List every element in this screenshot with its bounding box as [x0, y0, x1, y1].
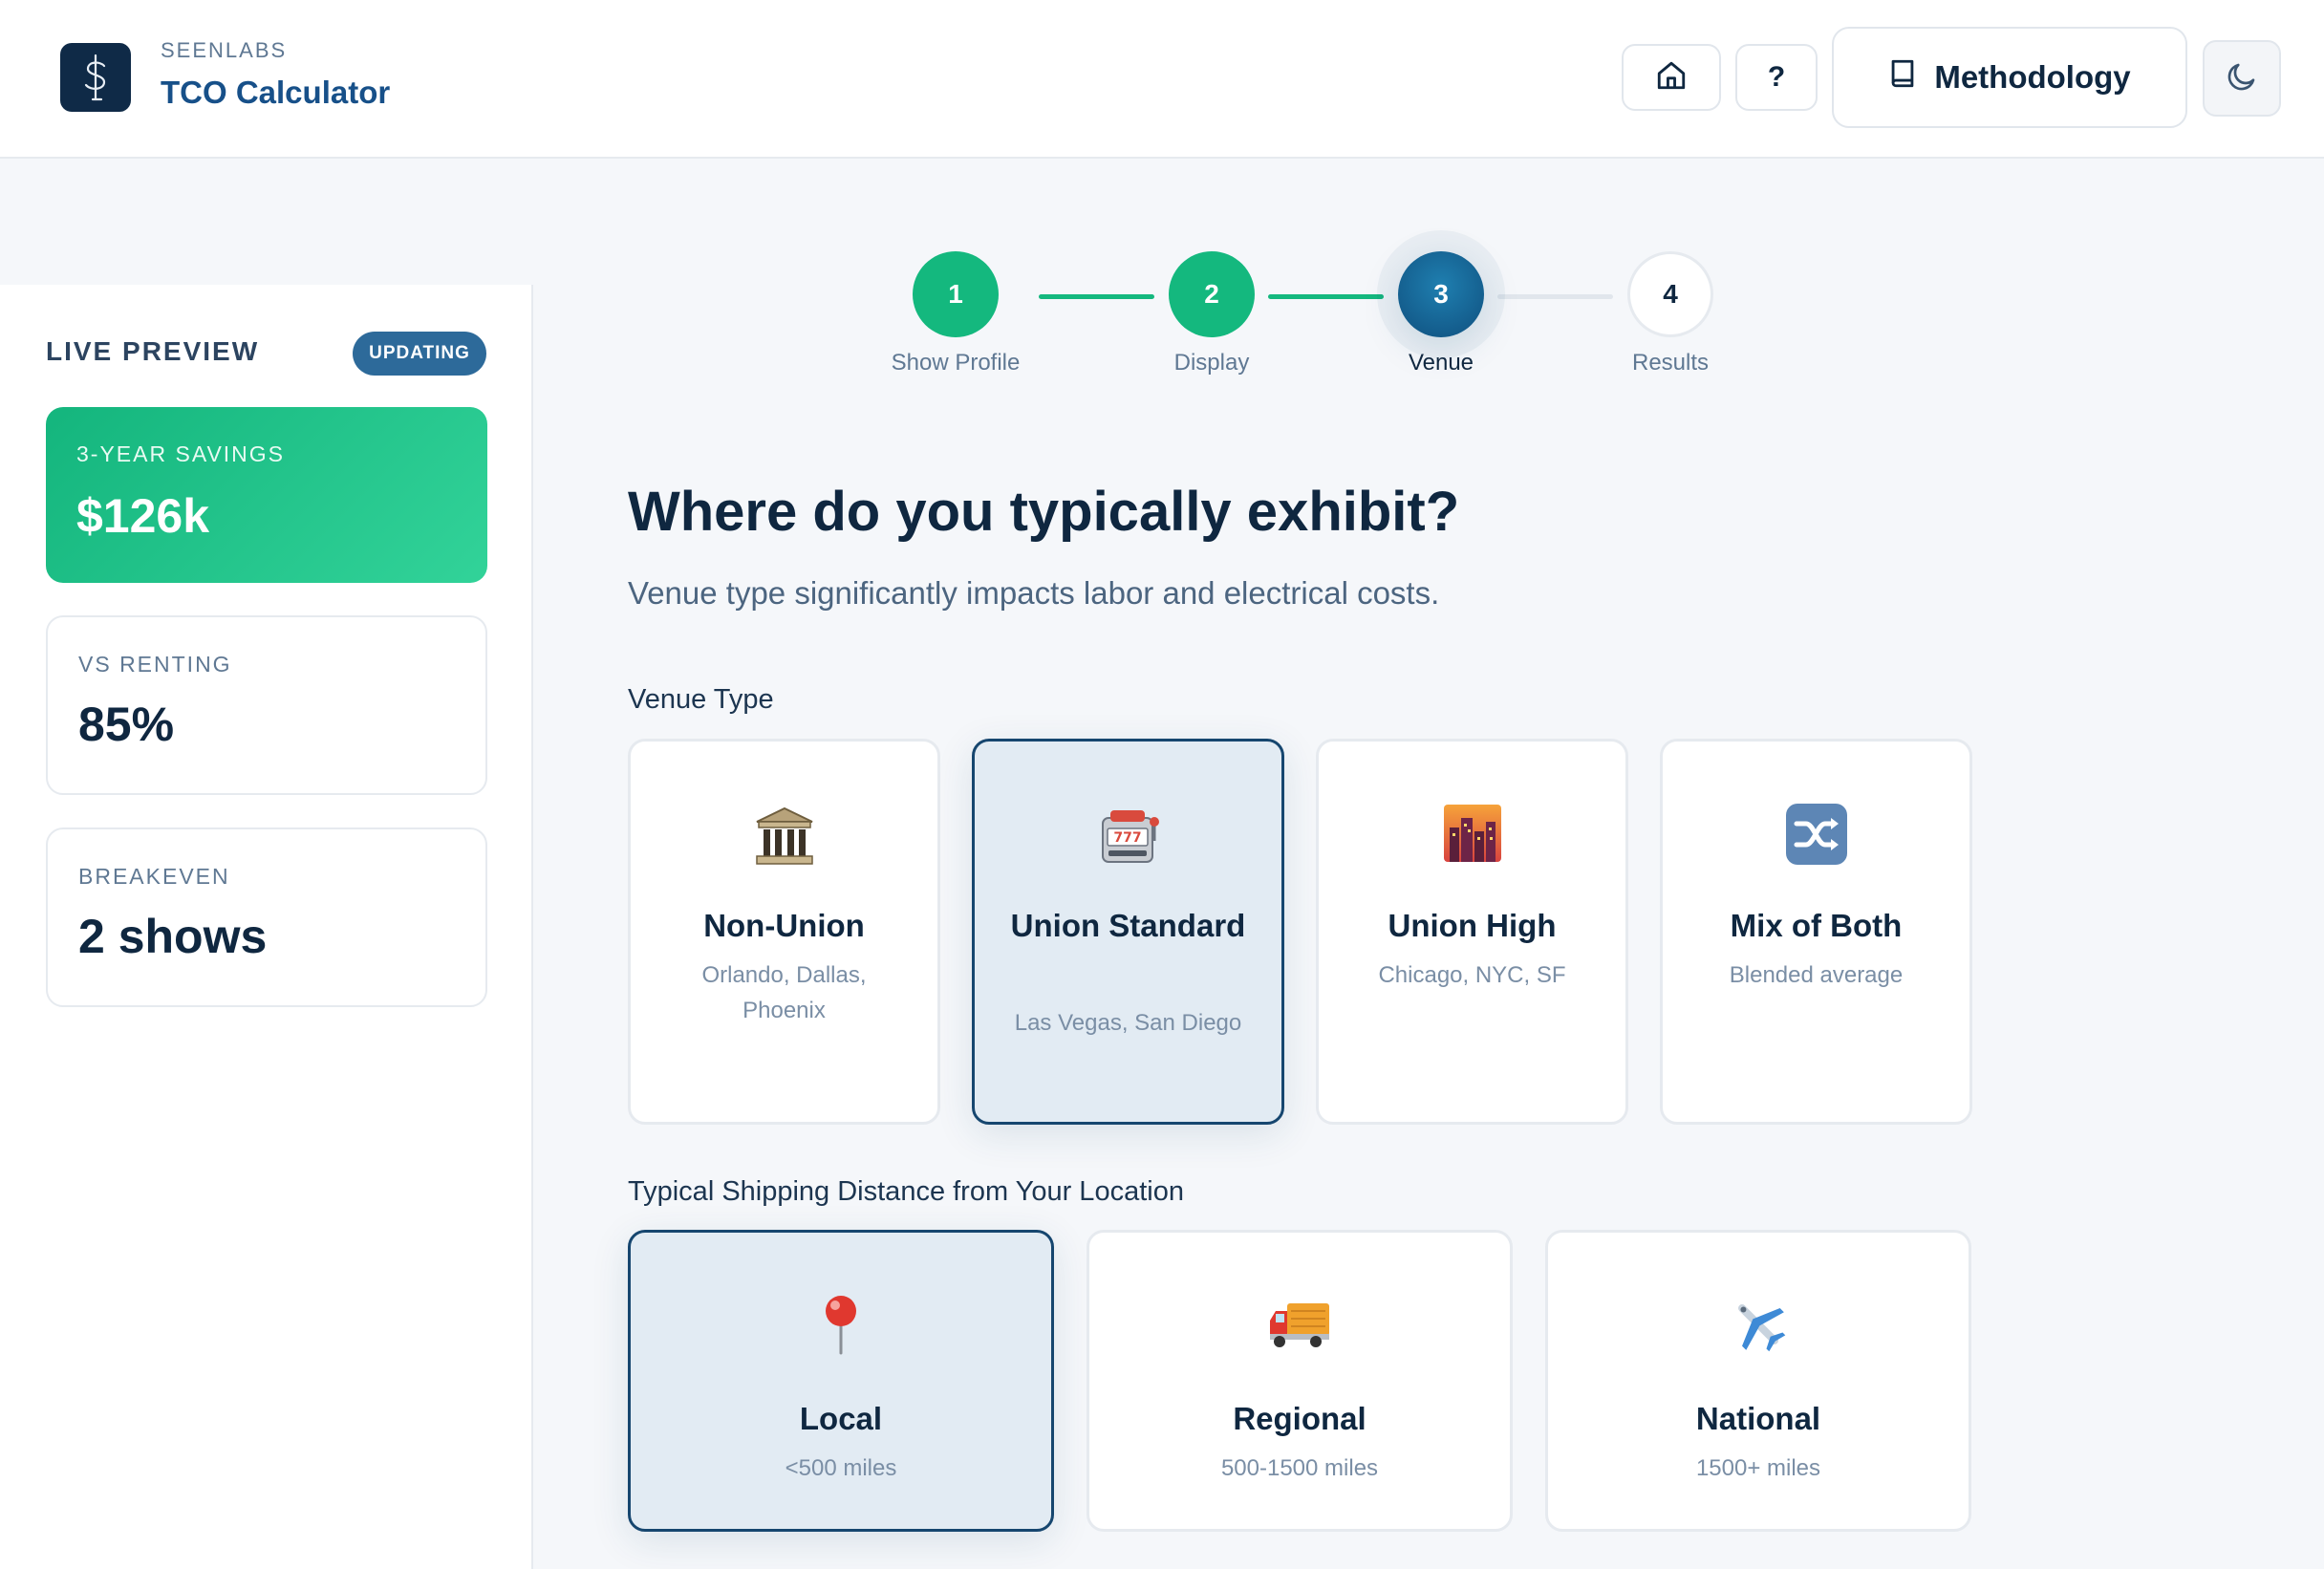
stat-label: 3-YEAR SAVINGS — [76, 441, 286, 466]
option-description: <500 miles — [785, 1455, 897, 1481]
step-connector — [1039, 294, 1154, 299]
option-description: Las Vegas, San Diego — [1014, 1010, 1242, 1036]
step-4-label: Results — [1631, 350, 1710, 376]
status-badge: UPDATING — [353, 332, 486, 376]
step-1-circle[interactable]: 1 — [913, 251, 999, 337]
stat-label: VS RENTING — [78, 652, 232, 677]
venue-type-label: Venue Type — [628, 684, 774, 715]
venue-option-mix[interactable]: Mix of Both Blended average — [1660, 739, 1972, 1125]
step-2-circle[interactable]: 2 — [1169, 251, 1255, 337]
stat-value: 85% — [78, 698, 175, 751]
home-button[interactable] — [1622, 44, 1721, 111]
venue-option-union-high[interactable]: Union High Chicago, NYC, SF — [1316, 739, 1628, 1125]
venue-option-non-union[interactable]: Non-Union Orlando, Dallas, Phoenix — [628, 739, 940, 1125]
step-3-circle[interactable]: 3 — [1398, 251, 1484, 337]
book-icon — [1888, 57, 1917, 97]
shuffle-icon — [1663, 803, 1969, 866]
option-name: Mix of Both — [1730, 908, 1903, 943]
help-button[interactable]: ? — [1735, 44, 1818, 111]
option-description: Chicago, NYC, SF — [1378, 962, 1566, 988]
pushpin-icon — [631, 1292, 1051, 1355]
brand-kicker: SEENLABS — [161, 38, 288, 62]
step-connector — [1497, 294, 1613, 299]
step-connector — [1268, 294, 1384, 299]
option-description: Orlando, Dallas, Phoenix — [701, 962, 867, 1023]
methodology-button[interactable]: Methodology — [1832, 27, 2187, 128]
methodology-label: Methodology — [1934, 59, 2131, 95]
stat-value: 2 shows — [78, 910, 268, 963]
option-name: National — [1695, 1401, 1821, 1436]
step-2-label: Display — [1173, 350, 1250, 376]
breakeven-card: BREAKEVEN 2 shows — [46, 827, 487, 1007]
theme-toggle-button[interactable] — [2203, 40, 2281, 117]
app-title[interactable]: TCO Calculator — [161, 75, 390, 111]
option-name: Non-Union — [703, 908, 865, 943]
classical-building-icon — [631, 803, 937, 870]
page-subtitle: Venue type significantly impacts labor a… — [628, 575, 1440, 611]
svg-text:777: 777 — [1113, 830, 1141, 846]
option-name: Union High — [1388, 908, 1557, 943]
shipping-option-regional[interactable]: Regional 500-1500 miles — [1087, 1230, 1513, 1532]
preview-title: LIVE PREVIEW — [46, 336, 260, 366]
option-name: Local — [799, 1401, 883, 1436]
home-icon — [1655, 59, 1688, 97]
shipping-option-local[interactable]: Local <500 miles — [628, 1230, 1054, 1532]
option-description: Blended average — [1729, 962, 1904, 988]
step-3-label: Venue — [1408, 350, 1474, 376]
slot-machine-icon: 777 — [975, 803, 1281, 870]
dollar-logo-icon — [60, 43, 131, 112]
live-preview-panel: LIVE PREVIEW UPDATING 3-YEAR SAVINGS $12… — [0, 285, 533, 1569]
vs-renting-card: VS RENTING 85% — [46, 615, 487, 795]
shipping-option-national[interactable]: National 1500+ miles — [1545, 1230, 1971, 1532]
stat-value: $126k — [76, 489, 210, 543]
step-1-label: Show Profile — [891, 350, 1021, 376]
moon-icon — [2225, 59, 2259, 98]
step-4-circle[interactable]: 4 — [1627, 251, 1713, 337]
delivery-truck-icon — [1089, 1292, 1510, 1355]
venue-option-union-standard[interactable]: 777 Union Standard Las Vegas, San Diego — [972, 739, 1284, 1125]
app-header: SEENLABS TCO Calculator ? Methodology — [0, 0, 2324, 159]
city-dusk-icon — [1319, 803, 1625, 864]
page-title: Where do you typically exhibit? — [628, 481, 1460, 543]
option-name: Union Standard — [1010, 908, 1246, 943]
savings-card: 3-YEAR SAVINGS $126k — [46, 407, 487, 583]
option-description: 1500+ miles — [1695, 1455, 1821, 1481]
option-description: 500-1500 miles — [1220, 1455, 1379, 1481]
airplane-icon — [1548, 1292, 1969, 1357]
shipping-distance-label: Typical Shipping Distance from Your Loca… — [628, 1176, 1184, 1207]
stat-label: BREAKEVEN — [78, 864, 230, 889]
option-name: Regional — [1233, 1401, 1366, 1436]
